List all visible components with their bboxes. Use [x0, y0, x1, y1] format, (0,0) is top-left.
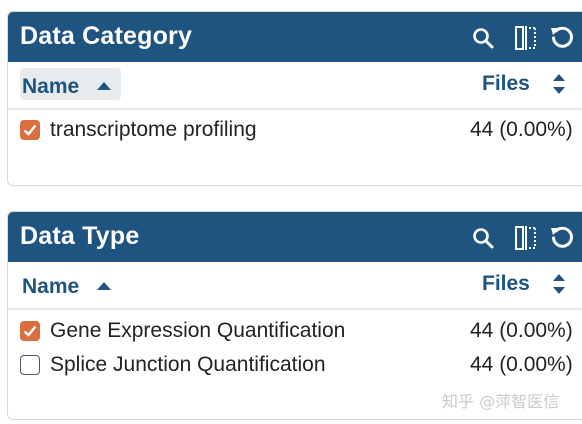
- checkbox-checked[interactable]: [20, 120, 40, 140]
- row-label: transcriptome profiling: [50, 118, 257, 141]
- name-sort-header[interactable]: Name: [20, 68, 122, 100]
- list-item[interactable]: Gene Expression Quantification 44 (0.00%…: [8, 316, 582, 350]
- list-item[interactable]: Splice Junction Quantification 44 (0.00%…: [8, 350, 582, 384]
- list-item[interactable]: transcriptome profiling 44 (0.00%): [8, 115, 582, 149]
- name-header-label: Name: [22, 275, 80, 298]
- files-sort-header[interactable]: Files: [482, 68, 530, 100]
- column-toggle-icon[interactable]: [513, 25, 539, 51]
- watermark: 知乎 @萍智医信: [442, 392, 560, 411]
- row-count: 44 (0.00%): [470, 118, 573, 141]
- name-header-label: Name: [22, 75, 80, 98]
- sort-up-icon: [97, 68, 112, 100]
- checkmark-icon: [23, 124, 37, 136]
- checkmark-icon: [23, 325, 37, 337]
- column-toggle-icon[interactable]: [513, 225, 539, 251]
- search-icon[interactable]: [470, 225, 496, 251]
- reset-icon[interactable]: [549, 225, 575, 251]
- header-toolbar: [470, 25, 580, 51]
- sort-both-icon[interactable]: [552, 73, 566, 95]
- header-toolbar: [470, 225, 580, 251]
- checkbox-unchecked[interactable]: [20, 355, 40, 375]
- search-icon[interactable]: [470, 25, 496, 51]
- name-sort-header[interactable]: Name: [20, 268, 121, 300]
- reset-icon[interactable]: [549, 25, 575, 51]
- row-label: Splice Junction Quantification: [50, 353, 326, 376]
- panel-title: Data Type: [20, 222, 140, 250]
- sort-both-icon[interactable]: [552, 273, 566, 295]
- column-header-row: Name Files: [8, 62, 582, 110]
- panel-title: Data Category: [20, 22, 193, 50]
- checkbox-checked[interactable]: [20, 321, 40, 341]
- row-count: 44 (0.00%): [470, 353, 573, 376]
- panel-header: Data Category: [8, 12, 582, 62]
- sort-up-icon: [97, 268, 112, 300]
- column-header-row: Name Files: [8, 262, 582, 310]
- data-category-panel: Data Category Name Files transcriptome p…: [7, 11, 582, 186]
- panel-header: Data Type: [8, 212, 582, 262]
- files-sort-header[interactable]: Files: [482, 268, 530, 300]
- row-count: 44 (0.00%): [470, 319, 573, 342]
- row-label: Gene Expression Quantification: [50, 319, 346, 342]
